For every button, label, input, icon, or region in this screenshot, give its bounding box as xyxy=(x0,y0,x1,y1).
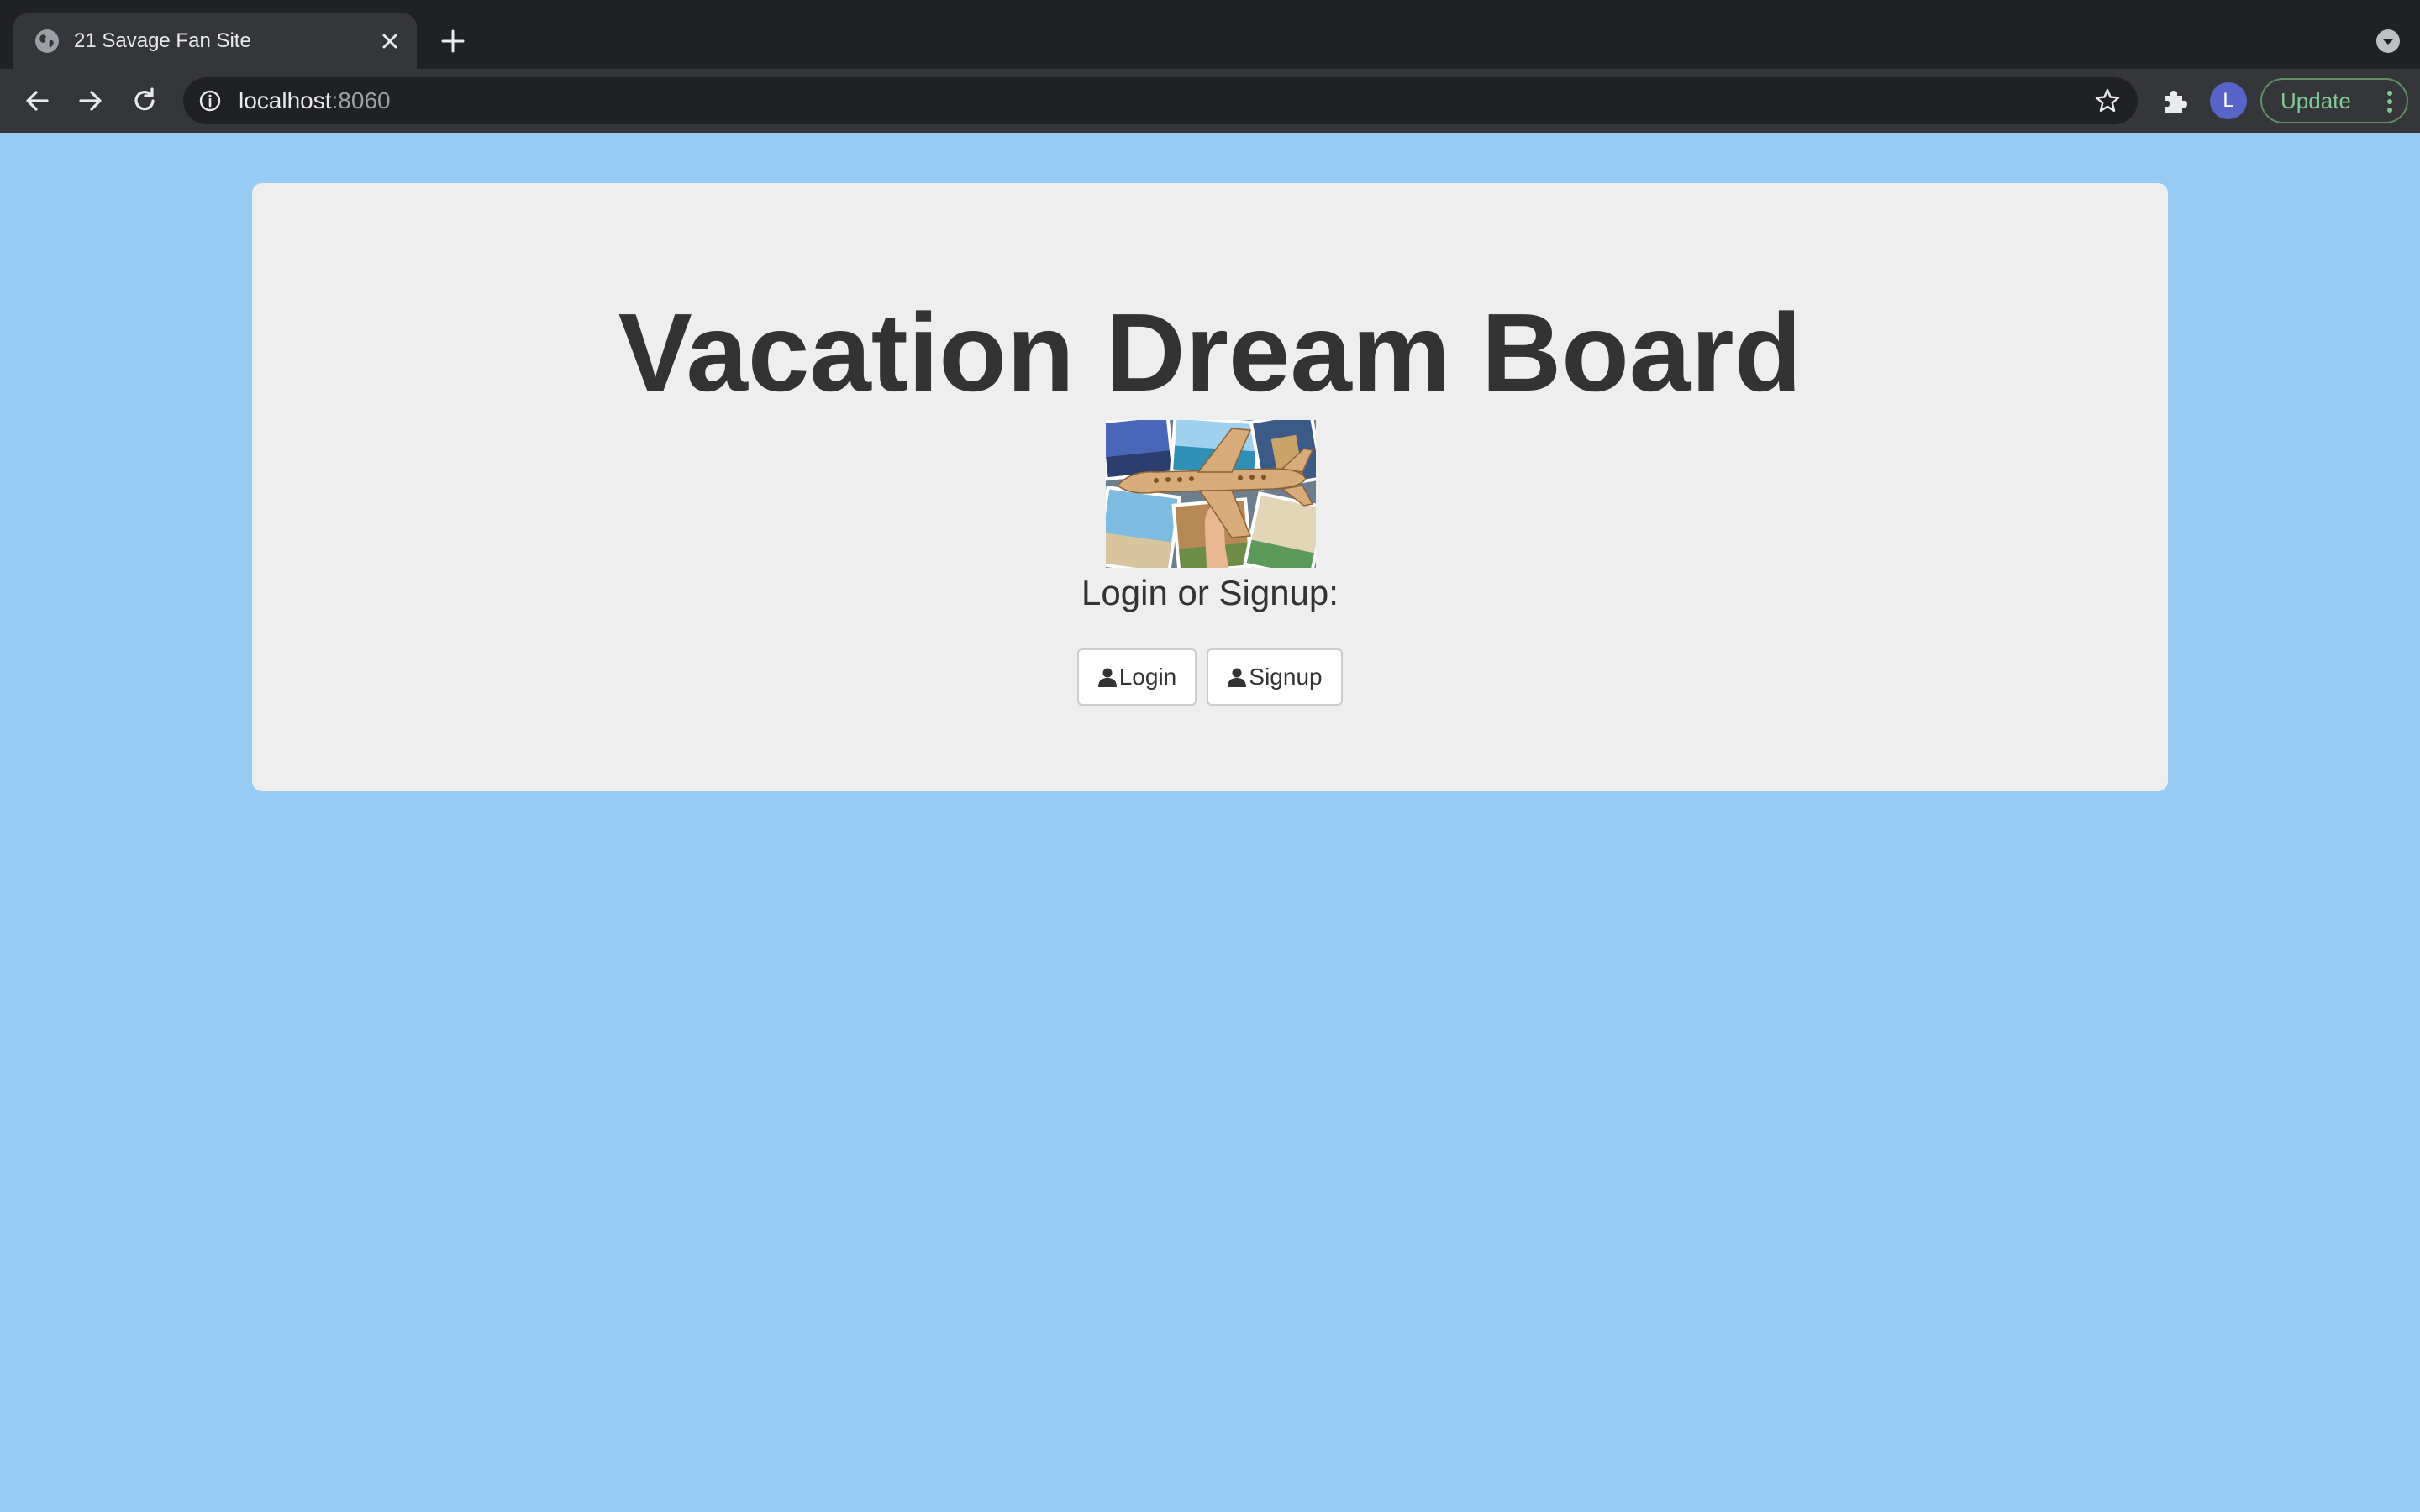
browser-chrome: 21 Savage Fan Site localhost:8060 L Upda… xyxy=(0,0,2420,133)
url-port: :8060 xyxy=(331,87,391,113)
login-label: Login xyxy=(1118,664,1177,690)
close-icon[interactable] xyxy=(378,29,402,53)
profile-avatar[interactable]: L xyxy=(2210,82,2247,119)
tab-title: 21 Savage Fan Site xyxy=(74,29,251,52)
url-text: localhost:8060 xyxy=(239,77,391,124)
url-host: localhost xyxy=(239,87,332,113)
forward-arrow-icon[interactable] xyxy=(76,86,106,116)
login-button[interactable]: Login xyxy=(1077,648,1197,706)
extensions-puzzle-icon[interactable] xyxy=(2160,86,2190,116)
user-icon xyxy=(1228,668,1247,687)
reload-icon[interactable] xyxy=(129,86,160,116)
page-title: Vacation Dream Board xyxy=(618,291,1802,414)
tab-search-icon[interactable] xyxy=(2375,28,2402,55)
signup-button[interactable]: Signup xyxy=(1207,648,1343,706)
back-arrow-icon[interactable] xyxy=(22,86,52,116)
globe-icon xyxy=(35,29,59,53)
user-icon xyxy=(1097,668,1117,687)
browser-tab[interactable]: 21 Savage Fan Site xyxy=(13,13,417,69)
address-bar[interactable]: localhost:8060 xyxy=(183,77,2138,124)
bookmark-star-icon[interactable] xyxy=(2094,87,2121,114)
new-tab-icon[interactable] xyxy=(439,27,467,55)
browser-toolbar: localhost:8060 L Update xyxy=(0,69,2420,133)
login-prompt: Login or Signup: xyxy=(1081,573,1339,612)
update-label: Update xyxy=(2281,88,2351,113)
signup-label: Signup xyxy=(1249,664,1323,690)
airplane-collage-image xyxy=(1106,420,1316,568)
update-button[interactable]: Update xyxy=(2260,78,2408,123)
menu-dots-icon[interactable] xyxy=(2386,90,2393,113)
site-info-icon[interactable] xyxy=(198,89,222,113)
